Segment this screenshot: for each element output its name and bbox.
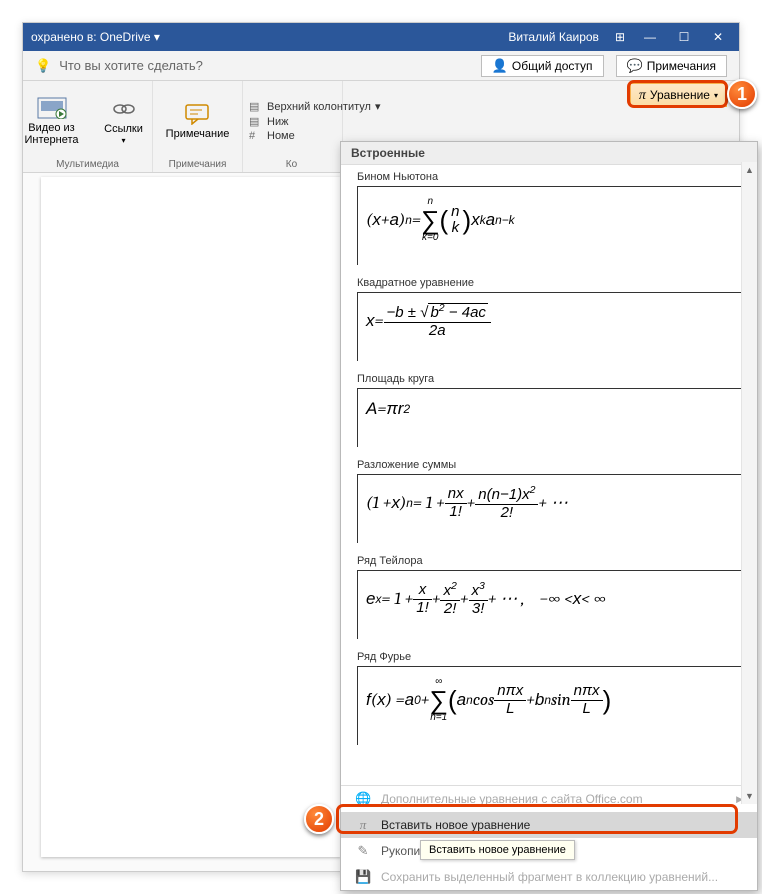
ink-icon: ✎ [355, 843, 371, 859]
save-selection-option: 💾 Сохранить выделенный фрагмент в коллек… [341, 864, 757, 890]
minimize-button[interactable]: — [633, 23, 667, 51]
titlebar: охранено в: OneDrive ▾ Виталий Каиров ⊞ … [23, 23, 739, 51]
ribbon-display-icon[interactable]: ⊞ [615, 30, 625, 44]
save-icon: 💾 [355, 869, 371, 885]
share-button[interactable]: 👤 Общий доступ [481, 55, 604, 77]
equation-preview: ex = 1 + x1! + x22! + x33! + ⋯ , −∞ < x … [357, 570, 747, 639]
footer-icon: ▤ [249, 115, 263, 128]
globe-icon: 🌐 [355, 791, 371, 807]
online-video-button[interactable]: Видео из Интернета [23, 96, 81, 146]
close-button[interactable]: ✕ [701, 23, 735, 51]
video-icon [36, 96, 68, 120]
media-group-label: Мультимедиа [56, 157, 119, 170]
equation-item-taylor[interactable]: Ряд Тейлора ex = 1 + x1! + x22! + x33! +… [357, 555, 747, 639]
more-equations-option[interactable]: 🌐 Дополнительные уравнения с сайта Offic… [341, 786, 757, 812]
equation-item-quadratic[interactable]: Квадратное уравнение x = −b ± √b2 − 4ac2… [357, 277, 747, 361]
header-button[interactable]: ▤Верхний колонтитул ▾ [249, 100, 380, 113]
scroll-down-icon[interactable]: ▼ [742, 788, 757, 804]
share-icon: 👤 [492, 58, 508, 74]
equation-item-expansion[interactable]: Разложение суммы (1 + x)n = 1 + nx1! + n… [357, 459, 747, 543]
equation-dropdown: Встроенные Бином Ньютона (x + a)n = n∑k=… [340, 141, 758, 891]
document-page[interactable] [41, 177, 341, 857]
equation-item-binomial[interactable]: Бином Ньютона (x + a)n = n∑k=0 (nk) xkan… [357, 171, 747, 265]
dropdown-footer: 🌐 Дополнительные уравнения с сайта Offic… [341, 785, 757, 890]
pi-icon: π [355, 817, 371, 833]
comment-button[interactable]: Примечание [169, 102, 227, 140]
bulb-icon: 💡 [35, 58, 51, 74]
pi-icon: π [639, 86, 646, 104]
new-comment-icon [182, 102, 214, 126]
comments-group-label: Примечания [169, 157, 227, 170]
tooltip: Вставить новое уравнение [420, 840, 575, 860]
dropdown-scrollbar[interactable]: ▲ ▼ [741, 162, 757, 804]
headers-group-label: Ко [286, 157, 297, 170]
maximize-button[interactable]: ☐ [667, 23, 701, 51]
links-button[interactable]: Ссылки ▾ [95, 97, 153, 146]
insert-new-equation-option[interactable]: π Вставить новое уравнение [341, 812, 757, 838]
pagenum-icon: # [249, 130, 263, 142]
equation-gallery[interactable]: Бином Ньютона (x + a)n = n∑k=0 (nk) xkan… [341, 165, 757, 785]
equation-item-circle[interactable]: Площадь круга A = πr2 [357, 373, 747, 447]
equation-preview: (1 + x)n = 1 + nx1! + n(n−1)x22! + ⋯ [357, 474, 747, 543]
tellme-placeholder: Что вы хотите сделать? [59, 58, 203, 73]
equation-preview: f(x) = a0 + ∞∑n=1 (an cos nπxL + bn sin … [357, 666, 747, 745]
saved-to-label[interactable]: охранено в: OneDrive ▾ [27, 30, 160, 44]
header-icon: ▤ [249, 100, 263, 113]
footer-button[interactable]: ▤Ниж [249, 115, 380, 128]
equation-preview: x = −b ± √b2 − 4ac2a [357, 292, 747, 361]
tellme-search[interactable]: 💡 Что вы хотите сделать? [35, 58, 469, 74]
equation-item-fourier[interactable]: Ряд Фурье f(x) = a0 + ∞∑n=1 (an cos nπxL… [357, 651, 747, 745]
scroll-up-icon[interactable]: ▲ [742, 162, 757, 178]
callout-badge-1: 1 [727, 79, 757, 109]
equation-button[interactable]: π Уравнение ▾ [630, 83, 727, 107]
equation-preview: (x + a)n = n∑k=0 (nk) xkan−k [357, 186, 747, 265]
tellme-row: 💡 Что вы хотите сделать? 👤 Общий доступ … [23, 51, 739, 81]
link-icon [108, 97, 140, 121]
equation-preview: A = πr2 [357, 388, 747, 447]
callout-badge-2: 2 [304, 804, 334, 834]
dropdown-header: Встроенные [341, 142, 757, 165]
comment-icon: 💬 [627, 58, 643, 74]
comments-button[interactable]: 💬 Примечания [616, 55, 727, 77]
user-name[interactable]: Виталий Каиров [508, 30, 599, 44]
